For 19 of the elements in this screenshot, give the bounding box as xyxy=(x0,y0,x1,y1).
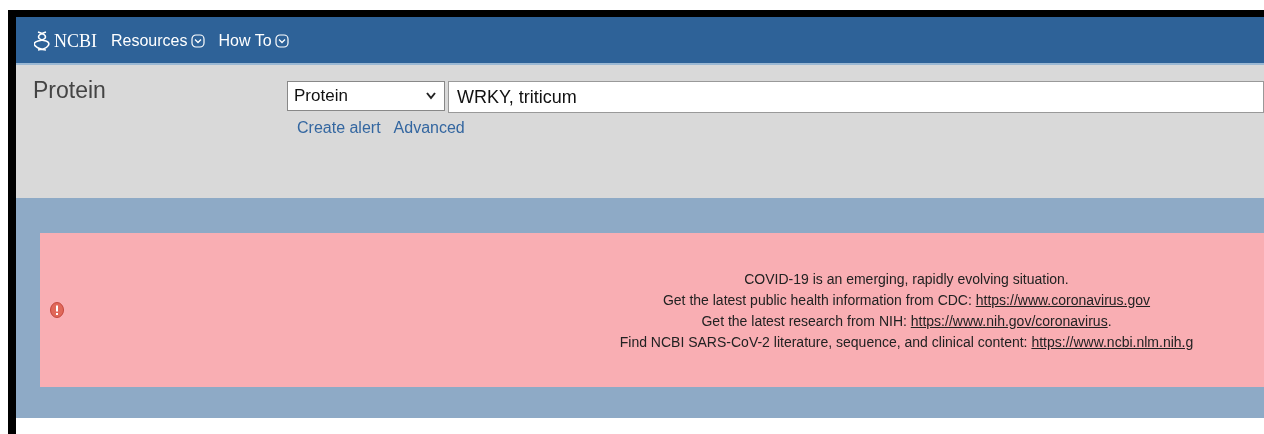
alert-icon xyxy=(50,302,64,318)
search-link[interactable]: Create alert xyxy=(297,119,381,137)
notice-text: Get the latest public health information from CDC: https://www.coronavirus.gov xyxy=(662,291,1151,308)
notice-link[interactable]: https://www.ncbi.nlm.nih.g xyxy=(1031,333,1194,350)
notice-text: Find NCBI SARS-CoV-2 literature, sequence, and clinical content: https://www.ncbi.nlm.nih.g xyxy=(619,333,1194,350)
chevron-down-icon xyxy=(190,34,205,48)
menu-link[interactable]: Resources xyxy=(111,32,205,50)
ncbi-logo-link[interactable]: NCBI xyxy=(34,30,97,52)
notice-link[interactable]: https://www.coronavirus.gov xyxy=(975,291,1151,308)
caret-icon xyxy=(426,92,436,100)
database-title: Protein xyxy=(33,76,107,105)
notice-link[interactable]: https://www.nih.gov/coronavirus xyxy=(910,312,1108,329)
database-select[interactable]: Protein xyxy=(287,81,445,111)
menu-link[interactable]: How To xyxy=(218,32,289,50)
notice-text: Get the latest research from NIH: https://www.nih.gov/coronavirus. xyxy=(701,312,1112,329)
search-field[interactable]: WRKY, triticum xyxy=(448,81,1264,113)
search-link[interactable]: Advanced xyxy=(393,119,465,137)
chevron-down-icon xyxy=(274,34,289,48)
notice-text: COVID-19 is an emerging, rapidly evolving situation. xyxy=(744,270,1069,287)
